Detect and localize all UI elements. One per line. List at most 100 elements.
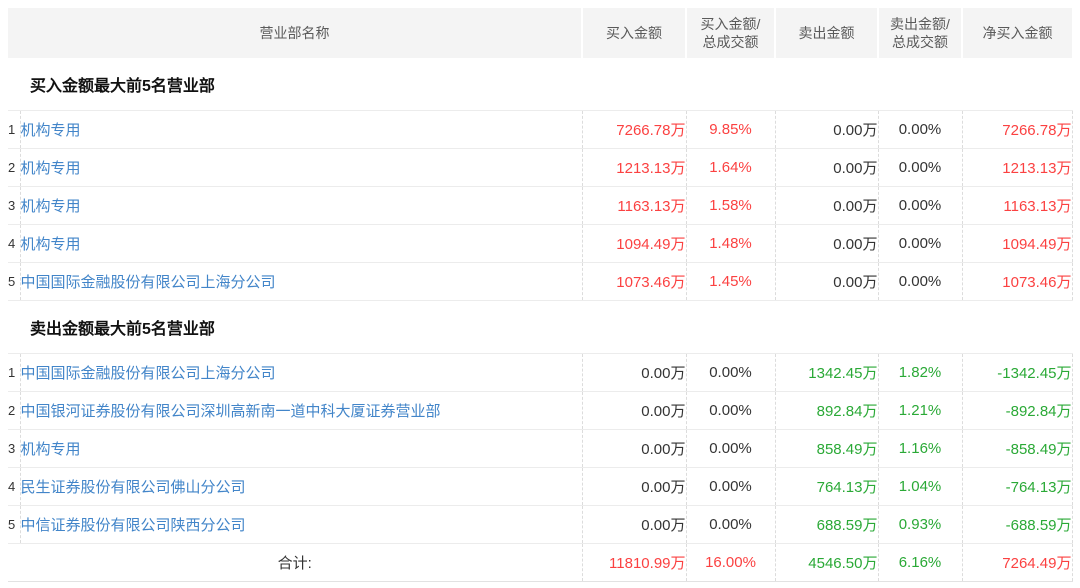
col-header-net-buy-amount: 净买入金额 (962, 8, 1072, 58)
buy-ratio-cell: 0.00% (686, 392, 775, 430)
buy-amount-cell: 0.00万 (582, 392, 686, 430)
buy-amount-cell: 1073.46万 (582, 263, 686, 301)
buy-ratio-cell: 1.45% (686, 263, 775, 301)
row-rank: 2 (8, 392, 20, 430)
net-amount-cell: 1073.46万 (962, 263, 1072, 301)
net-amount-cell: -688.59万 (962, 506, 1072, 544)
branch-name-link[interactable]: 中国国际金融股份有限公司上海分公司 (20, 354, 582, 392)
buy-amount-cell: 11810.99万 (582, 544, 686, 582)
buy-ratio-cell: 16.00% (686, 544, 775, 582)
branch-name-link[interactable]: 机构专用 (20, 187, 582, 225)
sell-ratio-cell: 0.00% (878, 111, 962, 149)
net-amount-cell: -1342.45万 (962, 354, 1072, 392)
branch-name-link[interactable]: 中国银河证券股份有限公司深圳高新南一道中科大厦证券营业部 (20, 392, 582, 430)
net-amount-cell: 1163.13万 (962, 187, 1072, 225)
sell-amount-cell: 4546.50万 (775, 544, 878, 582)
buy-amount-cell: 0.00万 (582, 430, 686, 468)
table-row: 3机构专用1163.13万1.58%0.00万0.00%1163.13万 (8, 187, 1072, 225)
col-header-sell-ratio-line2: 总成交额 (892, 34, 948, 50)
broker-rank-panel: 营业部名称 买入金额 买入金额/ 总成交额 卖出金额 卖出金额/ 总成交额 净买… (8, 8, 1072, 582)
row-rank: 2 (8, 149, 20, 187)
buy-amount-cell: 0.00万 (582, 506, 686, 544)
table-row: 1机构专用7266.78万9.85%0.00万0.00%7266.78万 (8, 111, 1072, 149)
col-header-buy-amount: 买入金额 (582, 8, 686, 58)
buy-amount-cell: 1163.13万 (582, 187, 686, 225)
sell-amount-cell: 858.49万 (775, 430, 878, 468)
row-rank: 4 (8, 225, 20, 263)
buy-ratio-cell: 0.00% (686, 468, 775, 506)
branch-name-link[interactable]: 机构专用 (20, 225, 582, 263)
section-title: 买入金额最大前5名营业部 (8, 58, 1072, 111)
section-title: 卖出金额最大前5名营业部 (8, 301, 1072, 354)
net-amount-cell: 1094.49万 (962, 225, 1072, 263)
buy-ratio-cell: 0.00% (686, 430, 775, 468)
sell-amount-cell: 0.00万 (775, 149, 878, 187)
col-header-sell-ratio-line1: 卖出金额/ (890, 16, 950, 32)
col-header-sell-amount: 卖出金额 (775, 8, 878, 58)
sell-ratio-cell: 0.00% (878, 187, 962, 225)
section-header-row: 买入金额最大前5名营业部 (8, 58, 1072, 111)
sell-amount-cell: 0.00万 (775, 187, 878, 225)
sell-ratio-cell: 1.16% (878, 430, 962, 468)
row-rank: 3 (8, 187, 20, 225)
buy-ratio-cell: 1.48% (686, 225, 775, 263)
branch-name-link[interactable]: 民生证券股份有限公司佛山分公司 (20, 468, 582, 506)
net-amount-cell: 1213.13万 (962, 149, 1072, 187)
branch-name-link[interactable]: 机构专用 (20, 149, 582, 187)
table-row: 5中国国际金融股份有限公司上海分公司1073.46万1.45%0.00万0.00… (8, 263, 1072, 301)
branch-name-link[interactable]: 中信证券股份有限公司陕西分公司 (20, 506, 582, 544)
buy-ratio-cell: 1.58% (686, 187, 775, 225)
broker-rank-table: 营业部名称 买入金额 买入金额/ 总成交额 卖出金额 卖出金额/ 总成交额 净买… (8, 8, 1073, 582)
section-header-row: 卖出金额最大前5名营业部 (8, 301, 1072, 354)
sell-ratio-cell: 0.00% (878, 225, 962, 263)
branch-name-link[interactable]: 中国国际金融股份有限公司上海分公司 (20, 263, 582, 301)
buy-amount-cell: 7266.78万 (582, 111, 686, 149)
branch-name-link[interactable]: 机构专用 (20, 111, 582, 149)
col-header-sell-ratio: 卖出金额/ 总成交额 (878, 8, 962, 58)
sell-amount-cell: 892.84万 (775, 392, 878, 430)
sell-ratio-cell: 0.93% (878, 506, 962, 544)
sell-amount-cell: 1342.45万 (775, 354, 878, 392)
buy-ratio-cell: 0.00% (686, 506, 775, 544)
sell-ratio-cell: 6.16% (878, 544, 962, 582)
col-header-buy-ratio-line2: 总成交额 (703, 34, 759, 50)
sell-amount-cell: 0.00万 (775, 111, 878, 149)
table-row: 3机构专用0.00万0.00%858.49万1.16%-858.49万 (8, 430, 1072, 468)
net-amount-cell: -858.49万 (962, 430, 1072, 468)
buy-amount-cell: 0.00万 (582, 468, 686, 506)
sell-ratio-cell: 0.00% (878, 149, 962, 187)
net-amount-cell: 7266.78万 (962, 111, 1072, 149)
table-row: 2机构专用1213.13万1.64%0.00万0.00%1213.13万 (8, 149, 1072, 187)
table-row: 4机构专用1094.49万1.48%0.00万0.00%1094.49万 (8, 225, 1072, 263)
table-header-row: 营业部名称 买入金额 买入金额/ 总成交额 卖出金额 卖出金额/ 总成交额 净买… (8, 8, 1072, 58)
table-row: 5中信证券股份有限公司陕西分公司0.00万0.00%688.59万0.93%-6… (8, 506, 1072, 544)
table-row: 1中国国际金融股份有限公司上海分公司0.00万0.00%1342.45万1.82… (8, 354, 1072, 392)
sell-amount-cell: 0.00万 (775, 263, 878, 301)
buy-ratio-cell: 1.64% (686, 149, 775, 187)
net-amount-cell: 7264.49万 (962, 544, 1072, 582)
branch-name-link[interactable]: 机构专用 (20, 430, 582, 468)
sell-ratio-cell: 1.21% (878, 392, 962, 430)
sell-amount-cell: 0.00万 (775, 225, 878, 263)
total-row: 合计:11810.99万16.00%4546.50万6.16%7264.49万 (8, 544, 1072, 582)
row-rank: 1 (8, 354, 20, 392)
buy-ratio-cell: 0.00% (686, 354, 775, 392)
row-rank: 5 (8, 506, 20, 544)
table-row: 4民生证券股份有限公司佛山分公司0.00万0.00%764.13万1.04%-7… (8, 468, 1072, 506)
row-rank: 4 (8, 468, 20, 506)
net-amount-cell: -892.84万 (962, 392, 1072, 430)
buy-amount-cell: 0.00万 (582, 354, 686, 392)
row-rank: 5 (8, 263, 20, 301)
buy-amount-cell: 1094.49万 (582, 225, 686, 263)
row-rank: 1 (8, 111, 20, 149)
buy-ratio-cell: 9.85% (686, 111, 775, 149)
row-rank: 3 (8, 430, 20, 468)
net-amount-cell: -764.13万 (962, 468, 1072, 506)
sell-ratio-cell: 0.00% (878, 263, 962, 301)
sell-ratio-cell: 1.82% (878, 354, 962, 392)
table-row: 2中国银河证券股份有限公司深圳高新南一道中科大厦证券营业部0.00万0.00%8… (8, 392, 1072, 430)
total-label: 合计: (8, 544, 582, 582)
sell-ratio-cell: 1.04% (878, 468, 962, 506)
buy-amount-cell: 1213.13万 (582, 149, 686, 187)
sell-amount-cell: 688.59万 (775, 506, 878, 544)
